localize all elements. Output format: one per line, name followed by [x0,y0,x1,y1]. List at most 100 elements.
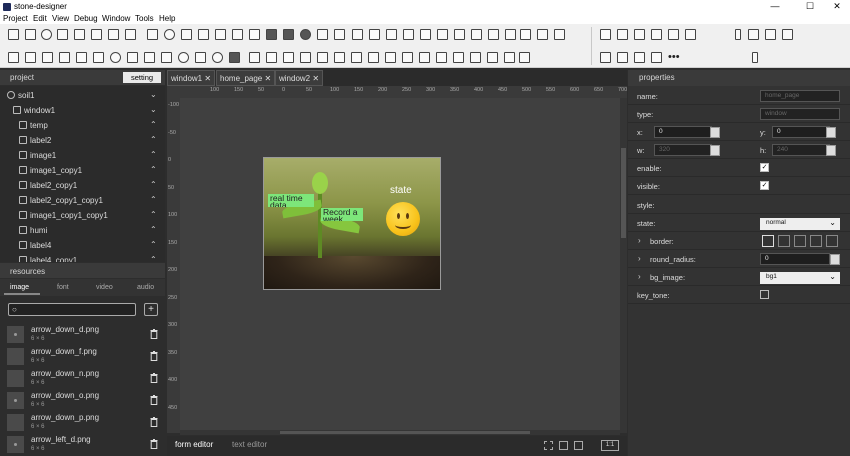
widget-progress-icon[interactable] [125,29,136,40]
widget-grid-view-icon[interactable] [334,29,345,40]
widget-calendar-icon[interactable] [147,29,158,40]
layout-card-icon[interactable] [419,52,430,63]
state-label[interactable]: state [390,185,412,196]
trash-icon[interactable] [150,329,158,339]
widget-table-icon[interactable] [317,29,328,40]
layout-dock-icon[interactable] [402,52,413,63]
trash-icon[interactable] [150,373,158,383]
widget-slideview-icon[interactable] [198,29,209,40]
thermometer-icon[interactable] [195,52,206,63]
align-top-icon[interactable] [600,29,611,40]
round-radius-field[interactable]: 0 [760,253,830,265]
minimize-button[interactable]: — [760,0,790,13]
tree-item[interactable]: label2_copy1 ⌃ [0,178,165,193]
border-left-icon[interactable] [778,235,790,247]
lock-icon[interactable] [537,29,548,40]
border-bottom-icon[interactable] [826,235,838,247]
trash-icon[interactable] [150,351,158,361]
tree-item[interactable]: image1 ⌃ [0,148,165,163]
layout-grid-icon[interactable] [351,52,362,63]
align-bottom-icon[interactable] [634,29,645,40]
tab-home-page[interactable]: home_page ✕ [216,70,276,86]
chevron-icon[interactable]: ⌃ [150,180,157,189]
enable-checkbox[interactable]: ✓ [760,163,769,172]
layout-center-icon[interactable] [368,52,379,63]
property-icon[interactable] [735,29,741,40]
tree-item[interactable]: label2_copy1_copy1 ⌃ [0,193,165,208]
chevron-icon[interactable]: ⌃ [150,150,157,159]
close-icon[interactable]: ✕ [265,74,272,83]
tab-window1[interactable]: window1 ✕ [167,70,216,86]
close-icon[interactable]: ✕ [312,74,319,83]
brush-icon[interactable] [519,52,530,63]
resource-item[interactable]: arrow_down_o.png 6 × 6 [0,390,165,412]
widget-grid-icon[interactable] [215,29,226,40]
widget-keyboard-icon[interactable] [437,29,448,40]
tab-text-editor[interactable]: text editor [232,440,267,449]
chevron-icon[interactable]: ⌃ [150,210,157,219]
temp-label[interactable]: real time data [268,194,314,207]
container-icon[interactable] [76,52,87,63]
tab-video[interactable]: video [96,284,113,291]
border-all-icon[interactable] [762,235,774,247]
widget-video-icon[interactable] [420,29,431,40]
chevron-icon[interactable]: ⌃ [150,165,157,174]
setting-button[interactable]: setting [123,72,161,83]
tab-audio[interactable]: audio [137,284,154,291]
widget-settings-icon[interactable] [505,29,516,40]
dial-icon[interactable] [212,52,223,63]
layout-row-icon[interactable] [249,52,260,63]
chevron-icon[interactable]: ⌄ [150,90,157,99]
menu-widget-icon[interactable] [127,52,138,63]
state-select[interactable]: normal ⌄ [760,218,840,230]
more-icon[interactable]: ••• [668,51,680,63]
canvas-horizontal-scrollbar[interactable] [180,430,620,435]
menu-edit[interactable]: Edit [33,14,47,23]
menu-help[interactable]: Help [159,14,175,23]
layout-box-icon[interactable] [283,52,294,63]
close-button[interactable]: ✕ [822,0,850,13]
expand-icon[interactable]: › [638,236,641,245]
resource-item[interactable]: arrow_down_d.png 6 × 6 [0,324,165,346]
menu-window[interactable]: Window [102,14,130,23]
layout-split-icon[interactable] [300,52,311,63]
name-field[interactable]: home_page [760,90,840,102]
align-right-icon[interactable] [685,29,696,40]
toggle-icon[interactable] [229,52,240,63]
menu-view[interactable]: View [52,14,69,23]
list-view-icon[interactable] [93,52,104,63]
widget-edit-icon[interactable] [57,29,68,40]
resource-item[interactable]: arrow_down_n.png 6 × 6 [0,368,165,390]
select-region-icon[interactable] [544,441,553,450]
expand-icon[interactable]: › [638,272,641,281]
side-panel-icon[interactable] [752,52,758,63]
widget-check-icon[interactable] [25,29,36,40]
run-chart-icon[interactable] [782,29,793,40]
preview-icon[interactable] [765,29,776,40]
w-field[interactable]: 320 [654,144,712,156]
humi-label[interactable]: Record a week [321,208,363,221]
widget-list-icon[interactable] [471,29,482,40]
h-stepper[interactable] [826,145,836,156]
widget-bar-chart-icon[interactable] [386,29,397,40]
snap-icon[interactable] [559,441,568,450]
tree-item[interactable]: image1_copy1_copy1 ⌃ [0,208,165,223]
grid-table-icon[interactable] [436,52,447,63]
chevron-icon[interactable]: ⌃ [150,225,157,234]
button-widget-icon[interactable] [59,52,70,63]
upload-icon[interactable] [554,29,565,40]
smiley-image[interactable] [386,202,420,236]
widget-radio-icon[interactable] [41,29,52,40]
tab-image[interactable]: image [10,284,29,291]
download-icon[interactable] [520,29,531,40]
resource-item[interactable]: arrow_left_d.png 6 × 6 [0,434,165,456]
align-left-icon[interactable] [651,29,662,40]
canvas-vertical-scrollbar[interactable] [620,98,627,433]
add-resource-button[interactable]: + [144,303,158,316]
tree-item[interactable]: label4_copy1 ⌃ [0,253,165,262]
chevron-icon[interactable]: ⌃ [150,195,157,204]
tab-window2[interactable]: window2 ✕ [275,70,324,86]
tree-item[interactable]: label2 ⌃ [0,133,165,148]
align-center-icon[interactable] [668,29,679,40]
tree-item[interactable]: label4 ⌃ [0,238,165,253]
